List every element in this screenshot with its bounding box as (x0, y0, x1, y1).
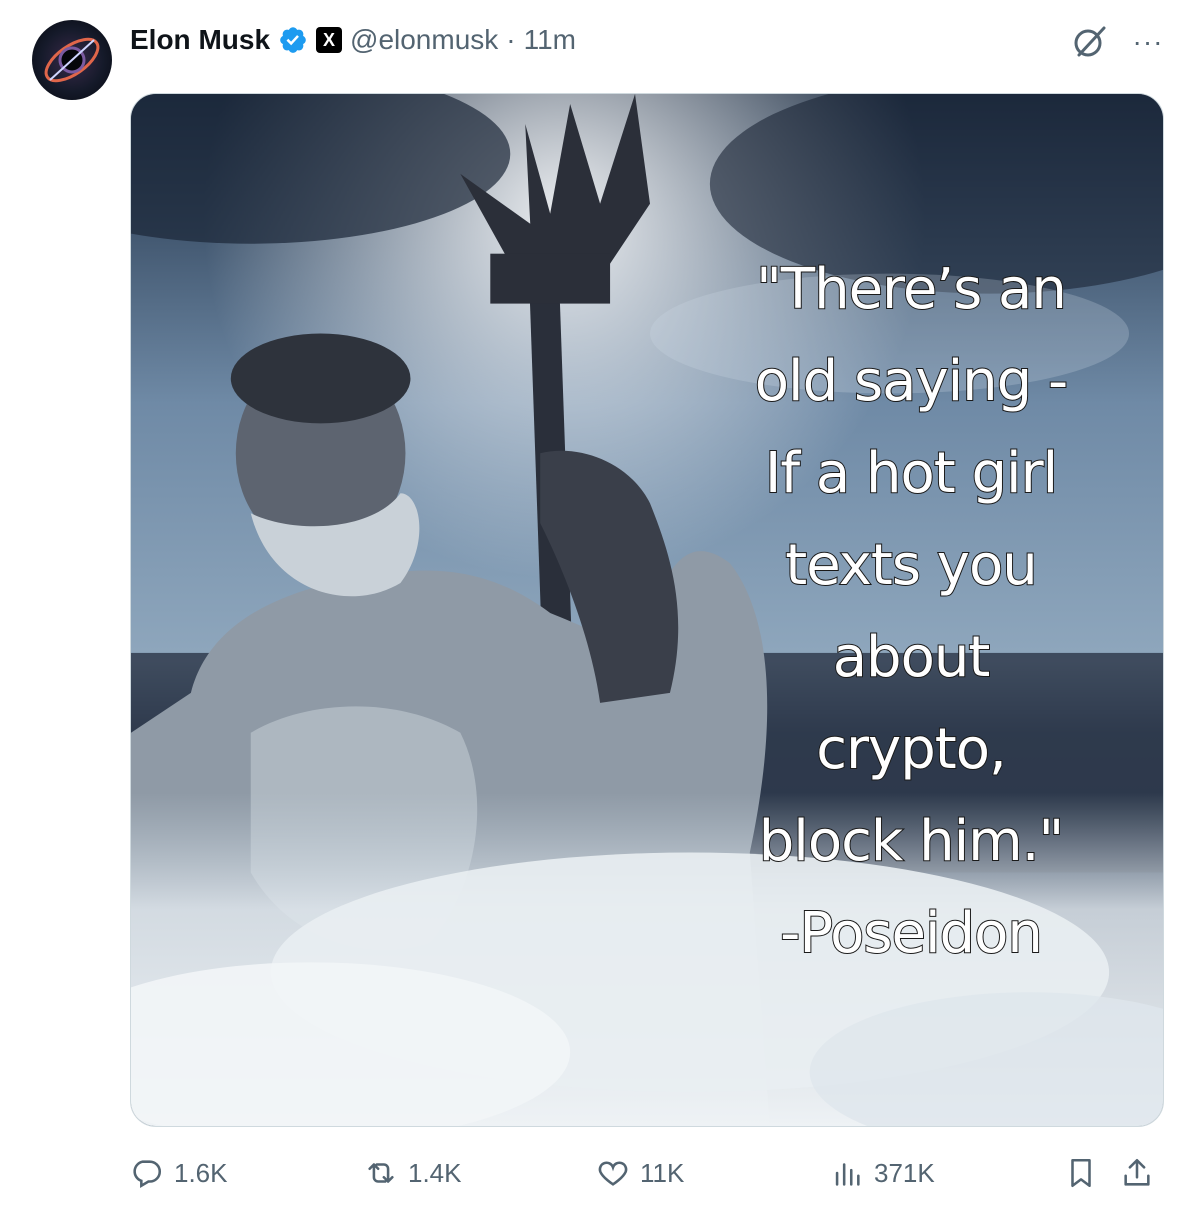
share-button[interactable] (1120, 1148, 1154, 1198)
quote-line: texts you (784, 532, 1038, 599)
repost-icon (368, 1163, 394, 1183)
quote-line: If a hot girl (764, 440, 1059, 507)
author-name[interactable]: Elon Musk (130, 24, 270, 56)
quote-line: -Poseidon (779, 900, 1044, 967)
more-options-icon[interactable]: ··· (1128, 22, 1168, 62)
like-button[interactable]: 11K (596, 1148, 684, 1198)
quote-line: old saying - (754, 348, 1069, 415)
quote-line: block him." (758, 808, 1066, 875)
header-separator: · (506, 24, 516, 55)
grok-icon[interactable] (1070, 22, 1110, 62)
bookmark-button[interactable] (1064, 1148, 1098, 1198)
avatar-image (44, 37, 100, 83)
avatar[interactable] (32, 20, 112, 100)
x-logo-icon: X (316, 27, 343, 53)
share-icon (1124, 1158, 1150, 1186)
bookmark-icon (1071, 1158, 1091, 1188)
tweet-timestamp[interactable]: 11m (524, 24, 576, 56)
verified-check-icon[interactable] (278, 25, 308, 55)
tweet-actions: 1.6K 1.4K 11K 371K (130, 1148, 1170, 1198)
reply-button[interactable]: 1.6K (130, 1148, 228, 1198)
quote-line: crypto, (815, 716, 1008, 783)
quote-line: about (832, 624, 992, 691)
tweet-image[interactable]: "There’s an old saying - If a hot girl t… (130, 93, 1164, 1127)
like-count: 11K (640, 1157, 685, 1188)
repost-count: 1.4K (408, 1157, 462, 1188)
repost-button[interactable]: 1.4K (364, 1148, 462, 1198)
quote-line: "There’s an (755, 256, 1068, 323)
views-count: 371K (874, 1157, 935, 1188)
views-chart-icon (835, 1163, 860, 1186)
tweet-header: Elon Musk X @elonmusk · 11m (130, 18, 576, 62)
reply-icon (133, 1160, 162, 1189)
heart-icon (598, 1161, 628, 1186)
author-handle[interactable]: @elonmusk (350, 24, 498, 56)
views-button[interactable]: 371K (830, 1148, 935, 1198)
reply-count: 1.6K (174, 1157, 228, 1188)
meme-quote-text: "There’s an old saying - If a hot girl t… (691, 244, 1131, 980)
